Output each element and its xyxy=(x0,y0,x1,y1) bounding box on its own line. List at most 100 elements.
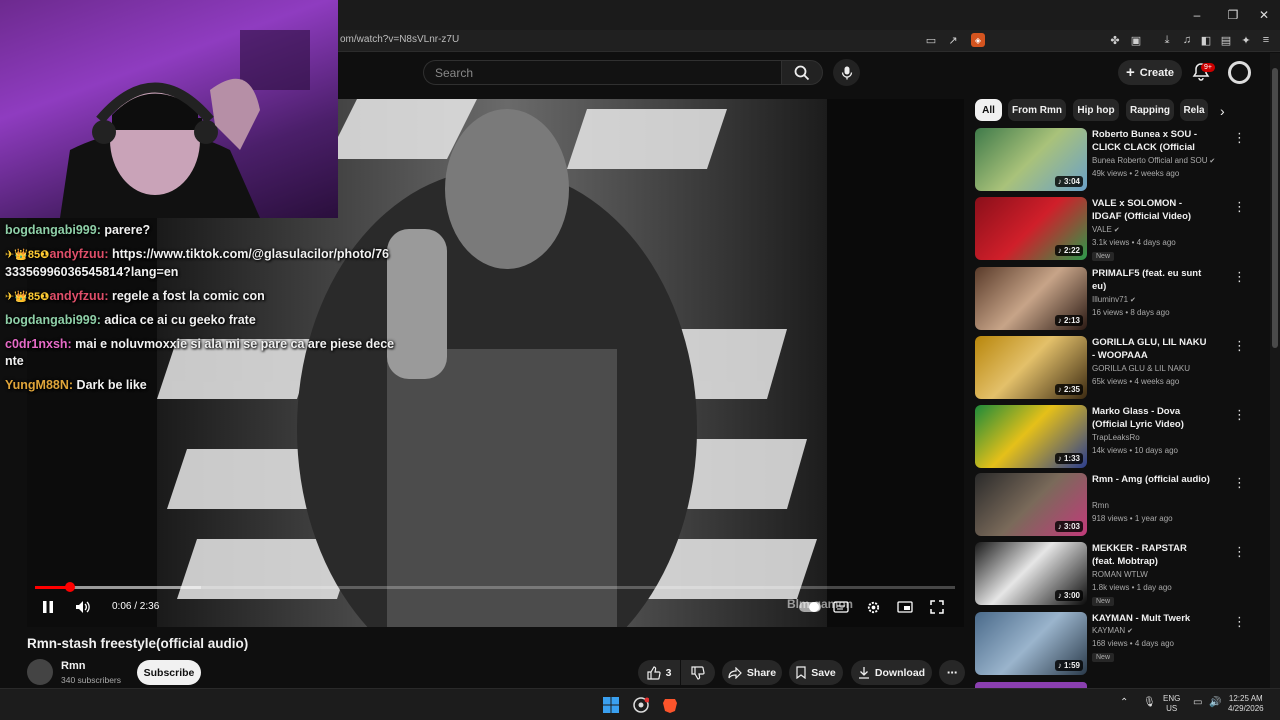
like-count: 3 xyxy=(665,666,672,679)
dislike-button[interactable] xyxy=(681,660,715,685)
chat-message: YungM88N: Dark be like xyxy=(5,377,147,392)
video-thumbnail[interactable]: ♪ 3:03 xyxy=(975,473,1087,536)
minimize-button[interactable]: – xyxy=(1179,0,1215,30)
settings-button[interactable] xyxy=(863,598,883,616)
more-options-icon[interactable]: ⋮ xyxy=(1233,199,1246,215)
url-text[interactable]: om/watch?v=N8sVLnr-z7U xyxy=(340,34,459,45)
obs-icon[interactable] xyxy=(632,696,650,714)
video-thumbnail[interactable]: ♪ 2:13 xyxy=(975,267,1087,330)
tab-icon[interactable]: ▤ xyxy=(1219,33,1233,47)
recommendation-channel[interactable]: Bunea Roberto Official and SOU ✔ xyxy=(1092,156,1215,165)
video-thumbnail[interactable]: ♪ 1:59 xyxy=(975,612,1087,675)
channel-avatar[interactable] xyxy=(27,659,53,685)
voice-search-button[interactable] xyxy=(833,59,860,86)
search-input[interactable]: Search xyxy=(423,60,781,85)
more-options-icon[interactable]: ⋮ xyxy=(1233,614,1246,630)
recommendation-card[interactable]: ♪ 2:13 PRIMALF5 (feat. eu sunt eu) Illumin… xyxy=(975,267,1265,331)
screen: – ❐ ✕ om/watch?v=N8sVLnr-z7U ▭ ↗ ◈ ✤ ▣ ⤓… xyxy=(0,0,1280,720)
download-button[interactable]: Download xyxy=(851,660,932,685)
recommendation-title[interactable]: Roberto Bunea x SOU - CLICK CLACK (Offic… xyxy=(1092,128,1212,155)
recommendation-card[interactable]: ♪ 3:03 Rmn - Amg (official audio) Rmn 918 v… xyxy=(975,473,1265,537)
miniplayer-button[interactable] xyxy=(895,598,915,616)
recommendation-channel[interactable]: KAYMAN ✔ xyxy=(1092,626,1133,635)
chips-next-icon[interactable]: › xyxy=(1220,103,1225,119)
cast-icon[interactable]: ▭ xyxy=(924,33,938,47)
recommendation-card[interactable]: ♪ 1:33 Marko Glass - Dova (Official Lyric… xyxy=(975,405,1265,469)
language-indicator[interactable]: ENG US xyxy=(1163,694,1180,714)
tray-mic-icon[interactable]: 🎙 xyxy=(1143,698,1156,708)
recommendation-meta: 65k views • 4 weeks ago xyxy=(1092,377,1180,386)
video-thumbnail[interactable]: ♪ 3:04 xyxy=(975,128,1087,191)
pause-button[interactable] xyxy=(38,598,58,616)
scrubber-handle[interactable] xyxy=(65,582,75,592)
recommendation-card[interactable]: ♪ 3:00 MEKKER - RAPSTAR (feat. Mobtrap) RO… xyxy=(975,542,1265,606)
tray-expand-icon[interactable]: ⌃ xyxy=(1120,698,1128,708)
more-options-icon[interactable]: ⋮ xyxy=(1233,544,1246,560)
subtitles-button[interactable] xyxy=(831,598,851,616)
more-options-icon[interactable]: ⋮ xyxy=(1233,269,1246,285)
recommendation-title[interactable]: VALE x SOLOMON - IDGAF (Official Video) xyxy=(1092,197,1212,223)
video-thumbnail[interactable]: ♪ 2:35 xyxy=(975,336,1087,399)
music-icon[interactable]: ♫ xyxy=(1180,33,1194,47)
recommendation-card[interactable]: ♪ 1:59 KAYMAN - Mult Twerk KAYMAN ✔ 168 vie… xyxy=(975,612,1265,676)
sidebar-icon[interactable]: ◧ xyxy=(1199,33,1213,47)
more-options-icon[interactable]: ⋮ xyxy=(1233,338,1246,354)
video-thumbnail[interactable]: ♪ 1:33 xyxy=(975,405,1087,468)
video-thumbnail[interactable]: ♪ 2:22 xyxy=(975,197,1087,260)
video-thumbnail[interactable]: ♪ 3:00 xyxy=(975,542,1087,605)
recommendation-card[interactable]: ♪ 2:35 GORILLA GLU, LIL NAKU - WOOPAAA [M… xyxy=(975,336,1265,400)
scrollbar-thumb[interactable] xyxy=(1272,68,1278,348)
brave-shields-icon[interactable]: ◈ xyxy=(971,33,985,47)
recommendation-title[interactable]: Rmn - Amg (official audio) xyxy=(1092,473,1212,486)
plus-icon: + xyxy=(1125,63,1135,81)
filter-chip[interactable]: Rapping xyxy=(1126,99,1174,121)
new-badge: New xyxy=(1092,597,1115,606)
more-options-icon[interactable]: ⋮ xyxy=(1233,130,1246,146)
recommendation-channel[interactable]: GORILLA GLU & LIL NAKU xyxy=(1092,364,1190,373)
menu-icon[interactable]: ≡ xyxy=(1259,33,1273,47)
clock[interactable]: 12:25 AM 4/29/2026 xyxy=(1228,694,1264,714)
recommendation-channel[interactable]: Rmn xyxy=(1092,501,1109,510)
search-icon xyxy=(794,65,810,80)
recommendation-title[interactable]: KAYMAN - Mult Twerk xyxy=(1092,612,1212,625)
save-button[interactable]: Save xyxy=(789,660,843,685)
create-button[interactable]: + Create xyxy=(1118,60,1182,85)
leo-ai-icon[interactable]: ✦ xyxy=(1239,33,1253,47)
more-options-icon[interactable]: ⋮ xyxy=(1233,475,1246,491)
recommendation-channel[interactable]: ROMAN WTLW xyxy=(1092,570,1148,579)
brave-browser-icon[interactable] xyxy=(661,696,679,714)
filter-chip[interactable]: From Rmn xyxy=(1008,99,1066,121)
channel-name[interactable]: Rmn xyxy=(61,660,85,672)
fullscreen-button[interactable] xyxy=(927,598,947,616)
filter-chip[interactable]: Rela xyxy=(1180,99,1208,121)
recommendation-title[interactable]: PRIMALF5 (feat. eu sunt eu) xyxy=(1092,267,1212,293)
autoplay-toggle[interactable] xyxy=(798,598,822,616)
verified-icon: ✔ xyxy=(1207,158,1216,165)
wallet-icon[interactable]: ▣ xyxy=(1129,33,1143,47)
filter-chip[interactable]: All xyxy=(975,99,1002,121)
account-avatar[interactable] xyxy=(1228,61,1251,84)
search-button[interactable] xyxy=(781,60,823,85)
recommendation-title[interactable]: Marko Glass - Dova (Official Lyric Video… xyxy=(1092,405,1212,431)
mute-button[interactable] xyxy=(73,598,93,616)
share-page-icon[interactable]: ↗ xyxy=(946,33,960,47)
close-window-button[interactable]: ✕ xyxy=(1246,0,1280,30)
extensions-icon[interactable]: ✤ xyxy=(1108,33,1122,47)
recommendation-channel[interactable]: Illuminv71 ✔ xyxy=(1092,295,1136,304)
recommendation-title[interactable]: MEKKER - RAPSTAR (feat. Mobtrap) xyxy=(1092,542,1212,568)
more-actions-button[interactable]: ⋯ xyxy=(939,660,965,685)
recommendation-channel[interactable]: TrapLeaksRo xyxy=(1092,433,1140,442)
download-icon[interactable]: ⤓ xyxy=(1160,33,1174,47)
recommendation-title[interactable]: GORILLA GLU, LIL NAKU - WOOPAAA [MONTREA… xyxy=(1092,336,1212,363)
subscribe-button[interactable]: Subscribe xyxy=(137,660,201,685)
filter-chip[interactable]: Hip hop xyxy=(1073,99,1119,121)
volume-tray-icon[interactable]: 🔊 xyxy=(1209,698,1221,708)
network-icon[interactable]: ▭ xyxy=(1193,698,1202,708)
more-options-icon[interactable]: ⋮ xyxy=(1233,407,1246,423)
windows-start-icon[interactable] xyxy=(602,696,620,714)
recommendation-card[interactable]: ♪ 2:22 VALE x SOLOMON - IDGAF (Official V… xyxy=(975,197,1265,261)
share-button[interactable]: Share xyxy=(722,660,782,685)
recommendation-card[interactable]: ♪ 3:04 Roberto Bunea x SOU - CLICK CLACK … xyxy=(975,128,1265,192)
recommendation-channel[interactable]: VALE ✔ xyxy=(1092,225,1120,234)
like-button[interactable]: 3 xyxy=(638,660,680,685)
